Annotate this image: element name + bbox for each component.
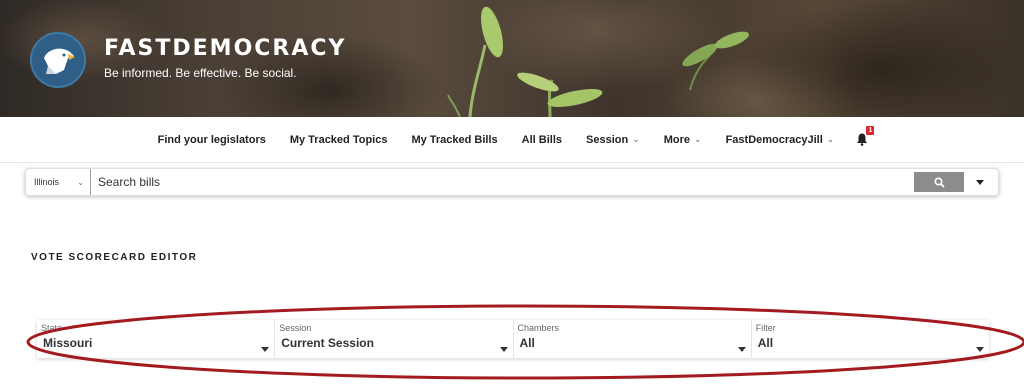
filter-label: Session <box>279 323 312 333</box>
state-filter[interactable]: State Missouri <box>37 320 274 358</box>
nav-label: My Tracked Bills <box>411 133 498 146</box>
nav-more-menu[interactable]: More ⌄ <box>652 134 714 146</box>
search-button[interactable] <box>914 172 964 192</box>
nav-label: Session <box>586 133 629 146</box>
search-state-value: Illinois <box>34 177 60 187</box>
nav-my-tracked-bills[interactable]: My Tracked Bills <box>399 134 509 146</box>
site-title[interactable]: FASTDEMOCRACY <box>104 36 346 61</box>
filter-value: Current Session <box>281 336 374 350</box>
search-icon <box>933 176 945 188</box>
eagle-icon <box>44 48 75 74</box>
nav-all-bills[interactable]: All Bills <box>510 134 574 146</box>
nav-find-legislators[interactable]: Find your legislators <box>146 134 278 146</box>
logo[interactable] <box>30 32 86 88</box>
nav-label: Find your legislators <box>157 133 266 146</box>
sprouts-image <box>447 6 603 117</box>
site-tagline: Be informed. Be effective. Be social. <box>104 66 297 80</box>
nav-label: All Bills <box>521 133 563 146</box>
filter-value: Missouri <box>43 336 93 350</box>
chambers-filter[interactable]: Chambers All <box>512 320 751 358</box>
main-nav: Find your legislators My Tracked Topics … <box>0 117 1024 163</box>
caret-down-icon <box>737 347 746 352</box>
nav-session-menu[interactable]: Session ⌄ <box>574 134 652 146</box>
filter-label: State <box>41 323 63 333</box>
nav-user-menu[interactable]: FastDemocracyJill ⌄ <box>714 134 847 146</box>
chevron-down-icon: ⌄ <box>632 134 640 144</box>
notification-badge: 1 <box>866 126 875 135</box>
filter-value: All <box>519 336 535 350</box>
filter-label: Chambers <box>517 323 560 333</box>
nav-label: More <box>663 133 691 146</box>
nav-label: FastDemocracyJill <box>725 133 823 146</box>
caret-down-icon <box>976 179 984 185</box>
search-state-select[interactable]: Illinois ⌄ <box>26 169 91 195</box>
search-options-dropdown[interactable] <box>970 172 990 192</box>
caret-down-icon <box>976 347 984 352</box>
caret-down-icon <box>499 347 508 352</box>
filter-bar: State Missouri Session Current Session C… <box>37 320 989 358</box>
caret-down-icon <box>261 347 270 352</box>
filter-label: Filter <box>755 323 776 333</box>
chevron-down-icon: ⌄ <box>826 134 835 144</box>
page-title: VOTE SCORECARD EDITOR <box>31 252 198 263</box>
chevron-down-icon: ⌄ <box>77 177 84 187</box>
session-filter[interactable]: Session Current Session <box>274 320 512 358</box>
notifications-button[interactable]: 1 <box>846 126 878 146</box>
nav-my-tracked-topics[interactable]: My Tracked Topics <box>278 134 400 146</box>
header-banner: FASTDEMOCRACY Be informed. Be effective.… <box>0 0 1024 117</box>
search-bar: Illinois ⌄ <box>25 168 999 196</box>
search-input[interactable] <box>91 169 914 195</box>
chevron-down-icon: ⌄ <box>694 134 702 144</box>
sprout-right <box>682 31 750 90</box>
nav-label: My Tracked Topics <box>289 133 388 146</box>
filter-filter[interactable]: Filter All <box>750 320 989 358</box>
filter-value: All <box>757 336 774 350</box>
